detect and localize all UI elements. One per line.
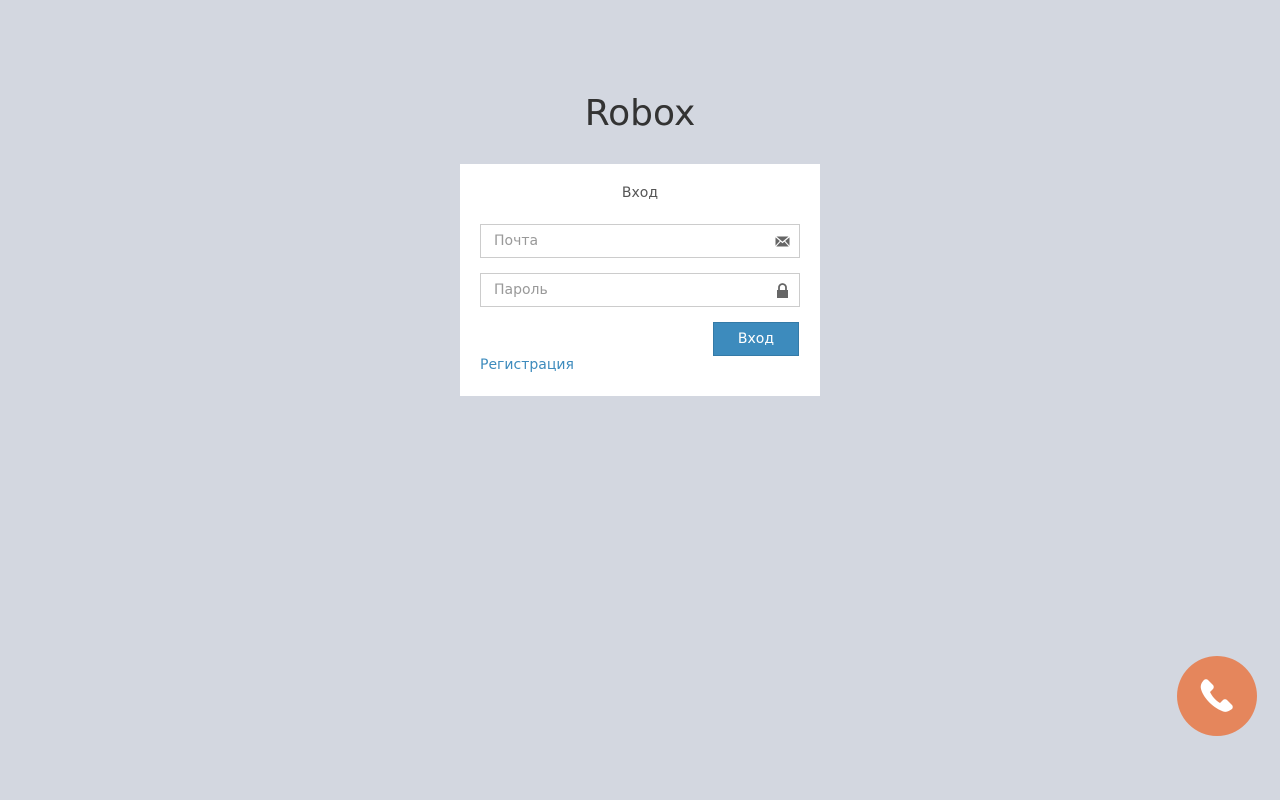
password-field-wrapper xyxy=(480,273,800,307)
call-button[interactable] xyxy=(1177,656,1257,736)
login-card: Вход Вход Регистрация xyxy=(460,164,820,396)
lock-icon xyxy=(775,283,790,298)
password-field[interactable] xyxy=(481,274,799,306)
login-heading: Вход xyxy=(621,185,659,201)
envelope-icon xyxy=(775,234,790,249)
login-page: Robox Вход Вход xyxy=(0,0,1280,800)
email-field[interactable] xyxy=(481,225,799,257)
phone-icon xyxy=(1200,679,1233,712)
app-title: Robox xyxy=(584,93,696,134)
register-link[interactable]: Регистрация xyxy=(480,356,574,374)
login-submit-button[interactable]: Вход xyxy=(713,322,799,356)
email-field-wrapper xyxy=(480,224,800,258)
